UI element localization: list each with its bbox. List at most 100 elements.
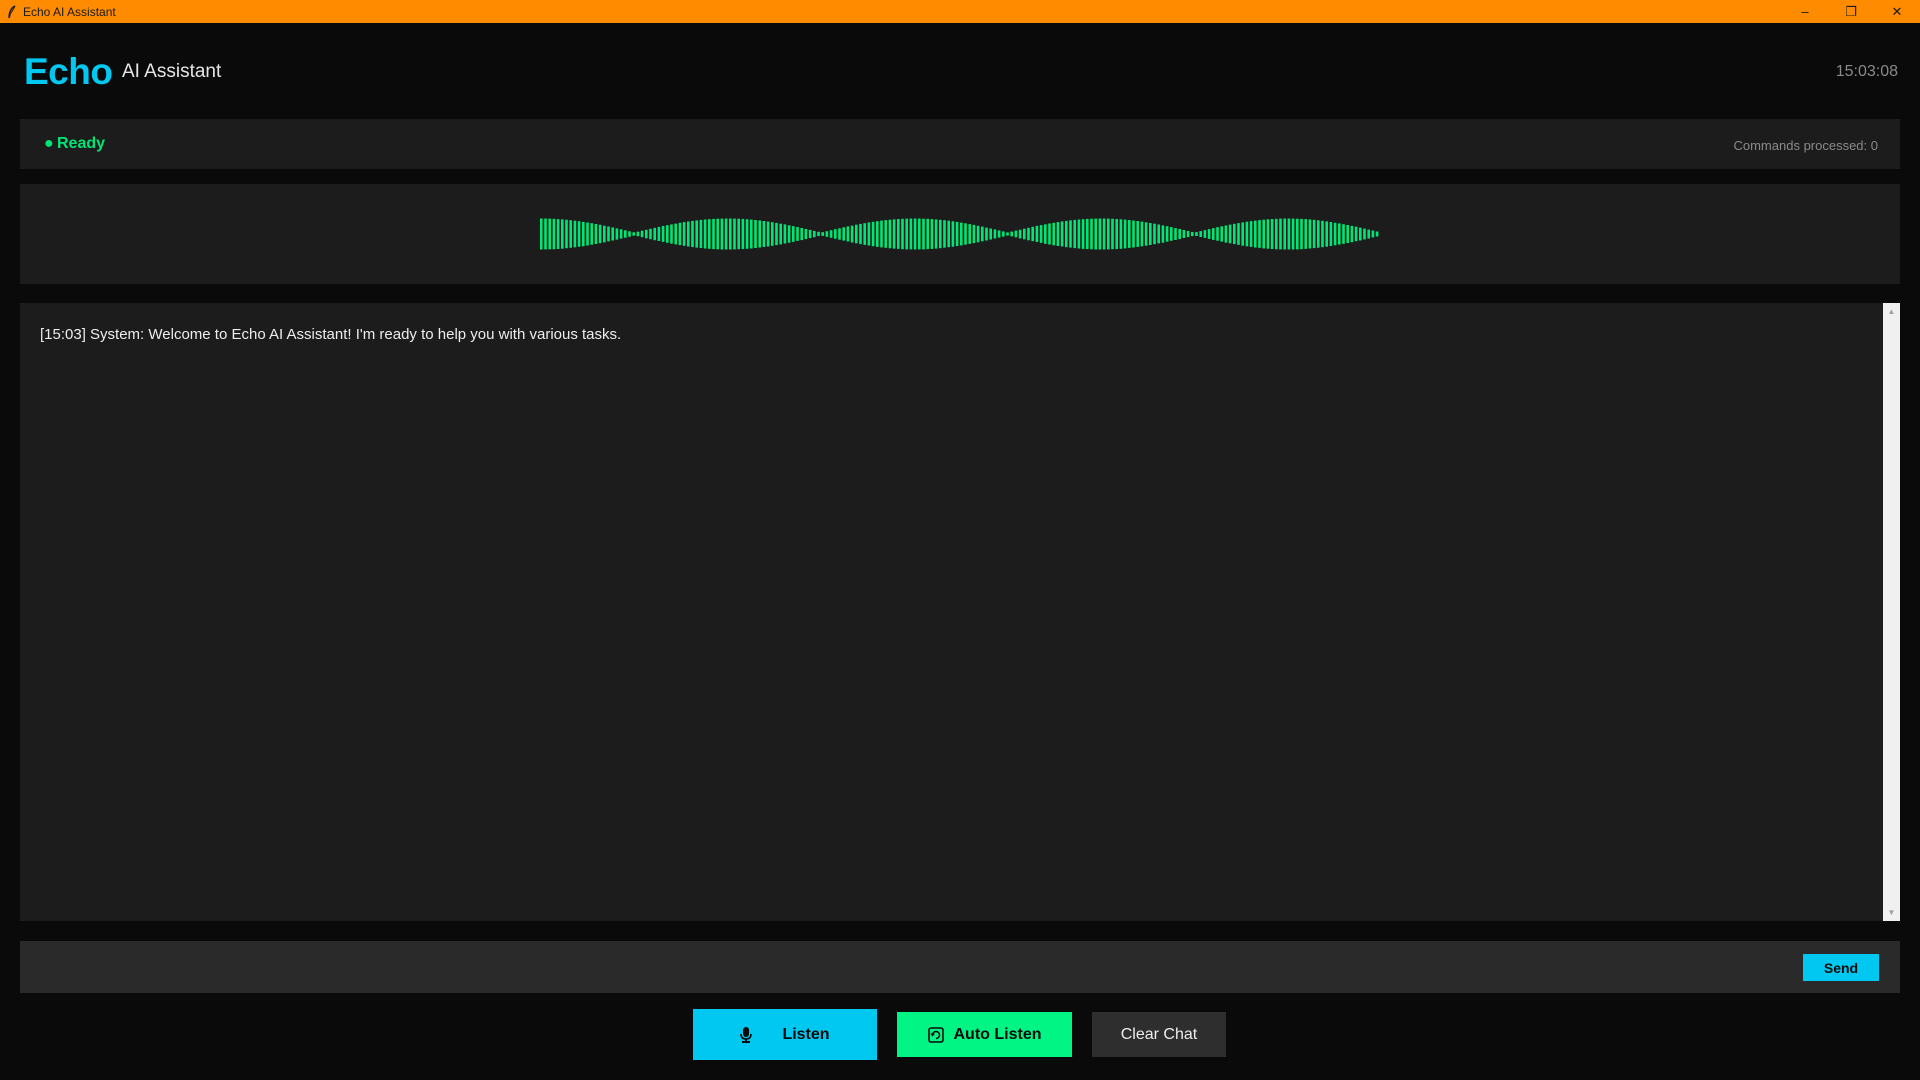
microphone-icon — [740, 1026, 753, 1043]
waveform-bar — [624, 230, 627, 238]
waveform-bar — [993, 229, 997, 239]
waveform-bar — [628, 231, 631, 237]
restore-button[interactable]: ❐ — [1828, 0, 1874, 23]
waveform-bar — [1287, 218, 1291, 250]
waveform-bar — [569, 220, 572, 248]
waveform-bar — [955, 221, 959, 246]
waveform-bar — [653, 227, 656, 241]
waveform-bar — [1102, 218, 1106, 250]
waveform-bar — [1023, 228, 1026, 240]
waveform-bar — [1186, 231, 1190, 238]
waveform-bar — [1165, 226, 1169, 242]
waveform-bar — [552, 218, 556, 250]
waveform-bar — [846, 226, 850, 242]
waveform-bar — [733, 218, 736, 250]
waveform-bar — [594, 224, 598, 244]
waveform-bar — [1140, 221, 1144, 247]
waveform-bar — [1300, 218, 1303, 250]
waveform-bar — [1195, 232, 1198, 236]
waveform-bar — [1153, 223, 1156, 245]
waveform-bar — [842, 227, 845, 241]
waveform-bar — [1094, 218, 1097, 250]
waveform-bar — [909, 218, 913, 250]
waveform-bar — [821, 232, 824, 236]
waveform-bar — [1249, 221, 1253, 247]
waveform-bar — [855, 224, 858, 244]
waveform-bar — [1317, 220, 1320, 248]
waveform-bar — [1342, 224, 1345, 244]
waveform-bar — [1090, 218, 1093, 250]
waveform-bar — [997, 230, 1001, 238]
waveform-bar — [1241, 222, 1244, 246]
waveform-bar — [964, 223, 967, 245]
auto-listen-icon — [927, 1026, 944, 1043]
waveform-bar — [1283, 218, 1286, 250]
waveform-bar — [1346, 225, 1349, 243]
waveform-bar — [632, 232, 635, 236]
waveform-bar — [775, 222, 778, 246]
waveform-bar — [1136, 221, 1139, 247]
waveform-bar — [695, 220, 698, 248]
waveform-bar — [1052, 222, 1055, 246]
waveform-bar — [1304, 219, 1307, 249]
scroll-up-arrow-icon[interactable]: ▲ — [1883, 303, 1900, 320]
waveform-bar — [1228, 224, 1232, 244]
waveform-bar — [657, 226, 661, 241]
waveform-bar — [1308, 219, 1312, 249]
scroll-down-arrow-icon[interactable]: ▼ — [1883, 904, 1900, 921]
waveform-bar — [1086, 218, 1089, 250]
waveform-bar — [939, 219, 942, 249]
waveform-bar — [825, 231, 829, 237]
waveform-bar — [544, 218, 547, 250]
waveform-bar — [1207, 229, 1211, 239]
waveform-bar — [850, 225, 854, 243]
waveform-bar — [758, 220, 761, 248]
waveform-bar — [1149, 223, 1152, 245]
waveform-bar — [1144, 222, 1148, 246]
audio-visualizer — [20, 184, 1900, 284]
waveform-bar — [1233, 223, 1236, 245]
waveform-bar — [1174, 228, 1177, 240]
waveform-bar — [897, 219, 900, 249]
close-button[interactable]: ✕ — [1874, 0, 1920, 23]
waveform-bar — [682, 222, 686, 246]
waveform-bar — [691, 220, 694, 248]
waveform-bar — [800, 228, 803, 241]
waveform-bar — [1128, 220, 1131, 248]
waveform-bar — [1170, 227, 1173, 241]
waveform-bar — [838, 228, 841, 240]
send-button[interactable]: Send — [1803, 954, 1879, 981]
clear-chat-button[interactable]: Clear Chat — [1092, 1012, 1226, 1057]
message-input[interactable] — [34, 951, 1794, 983]
listen-button[interactable]: Listen — [693, 1009, 877, 1060]
waveform-bar — [1371, 230, 1375, 238]
waveform-bar — [1056, 222, 1060, 246]
waveform-bar — [972, 224, 976, 244]
waveform-bar — [771, 222, 774, 246]
auto-listen-button[interactable]: Auto Listen — [897, 1012, 1072, 1057]
waveform-bar — [1354, 226, 1358, 242]
waveform-bar — [1098, 218, 1102, 250]
waveform-bar — [989, 228, 992, 240]
listen-label: Listen — [782, 1025, 830, 1043]
waveform-bar — [586, 222, 589, 246]
feather-icon — [5, 4, 19, 19]
waveform-bar — [1212, 228, 1215, 240]
waveform-bar — [867, 222, 871, 246]
waveform-bar — [934, 219, 938, 249]
waveform-bar — [1039, 225, 1043, 243]
waveform-bar — [926, 218, 929, 250]
waveform-bar — [1296, 218, 1299, 250]
chat-scrollbar[interactable]: ▲ ▼ — [1883, 303, 1900, 921]
waveform-bar — [922, 218, 925, 250]
message-input-area: Send — [20, 941, 1900, 993]
waveform-bar — [1132, 220, 1135, 248]
waveform-bar — [754, 220, 757, 248]
waveform-bar — [1157, 224, 1160, 244]
waveform-bar — [1329, 222, 1333, 246]
waveform-bar — [876, 221, 879, 247]
minimize-button[interactable]: – — [1782, 0, 1828, 23]
waveform-bar — [901, 218, 904, 250]
waveform-bar — [871, 221, 875, 247]
waveform-bar — [603, 225, 606, 243]
